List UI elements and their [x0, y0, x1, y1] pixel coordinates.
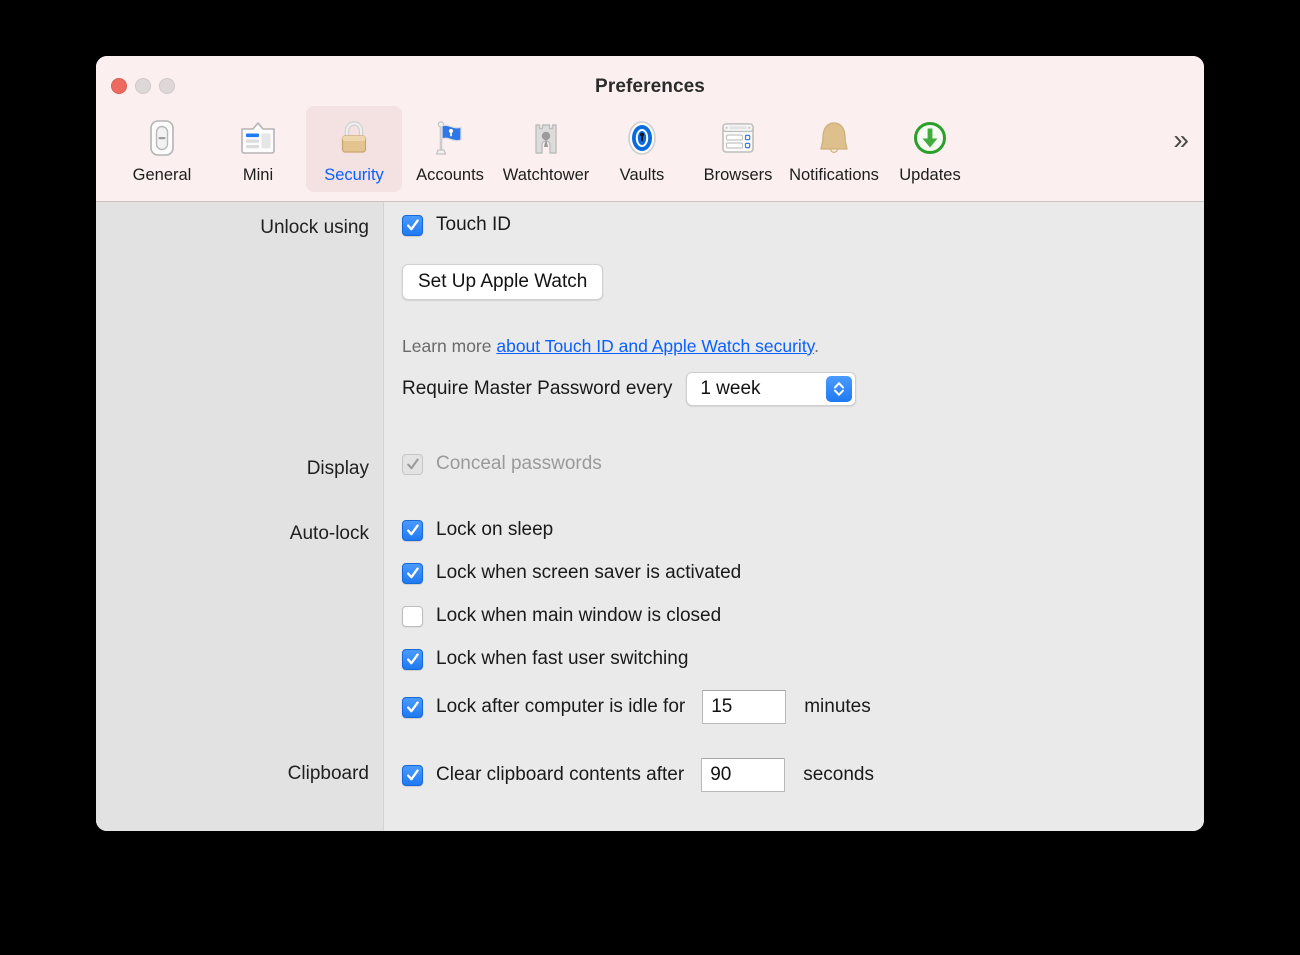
toolbar-item-security[interactable]: Security — [306, 106, 402, 192]
tower-keyhole-icon — [522, 114, 570, 162]
lock-fast-user-switching-label: Lock when fast user switching — [436, 648, 688, 670]
clipboard-seconds-input[interactable] — [701, 758, 785, 792]
learn-more-row: Learn more about Touch ID and Apple Watc… — [402, 336, 819, 357]
toolbar-item-label: Notifications — [789, 166, 879, 185]
checkmark-icon — [407, 457, 419, 472]
clipboard-seconds-unit: seconds — [803, 764, 874, 786]
onepassword-vault-icon — [618, 114, 666, 162]
lock-icon — [330, 114, 378, 162]
preferences-window: Preferences General — [96, 56, 1204, 831]
touch-id-checkbox[interactable] — [402, 215, 423, 236]
screen: Preferences General — [0, 0, 1300, 955]
toolbar-item-mini[interactable]: Mini — [210, 106, 306, 192]
preferences-body: Unlock using Display Auto-lock Clipboard… — [96, 202, 1204, 831]
label-clipboard: Clipboard — [288, 763, 369, 785]
idle-minutes-input[interactable] — [702, 690, 786, 724]
toolbar-item-accounts[interactable]: Accounts — [402, 106, 498, 192]
learn-more-prefix: Learn more — [402, 336, 496, 356]
checkmark-icon — [407, 700, 419, 715]
toolbar-item-label: Watchtower — [503, 166, 590, 185]
lock-idle-label: Lock after computer is idle for — [436, 696, 685, 718]
lock-idle-row: Lock after computer is idle for minutes — [402, 690, 871, 724]
learn-more-text: Learn more about Touch ID and Apple Watc… — [402, 336, 819, 357]
lock-main-window-label: Lock when main window is closed — [436, 605, 721, 627]
lock-main-window-checkbox[interactable] — [402, 606, 423, 627]
checkmark-icon — [407, 652, 419, 667]
toolbar-item-updates[interactable]: Updates — [882, 106, 978, 192]
toolbar-item-vaults[interactable]: Vaults — [594, 106, 690, 192]
lock-screen-saver-row[interactable]: Lock when screen saver is activated — [402, 562, 741, 584]
touch-id-label: Touch ID — [436, 214, 511, 236]
download-circle-icon — [906, 114, 954, 162]
toolbar-item-label: Mini — [243, 166, 273, 185]
toolbar-item-label: Security — [324, 166, 384, 185]
label-auto-lock: Auto-lock — [290, 523, 369, 545]
toolbar-item-watchtower[interactable]: Watchtower — [498, 106, 594, 192]
lock-fast-user-switching-checkbox[interactable] — [402, 649, 423, 670]
lock-fast-user-switching-row[interactable]: Lock when fast user switching — [402, 648, 688, 670]
require-master-password-row: Require Master Password every 1 week — [402, 372, 856, 406]
checkmark-icon — [407, 566, 419, 581]
toolbar-item-general[interactable]: General — [114, 106, 210, 192]
require-master-password-select[interactable]: 1 week — [686, 372, 856, 406]
toolbar-item-label: Accounts — [416, 166, 484, 185]
mini-window-icon — [234, 114, 282, 162]
label-display: Display — [307, 458, 369, 480]
touch-id-row[interactable]: Touch ID — [402, 214, 511, 236]
clear-clipboard-checkbox[interactable] — [402, 765, 423, 786]
bell-icon — [810, 114, 858, 162]
window-titlebar: Preferences General — [96, 56, 1204, 202]
lock-screen-saver-checkbox[interactable] — [402, 563, 423, 584]
require-master-password-label: Require Master Password every — [402, 378, 672, 400]
toolbar-item-label: Vaults — [620, 166, 665, 185]
settings-label-column: Unlock using Display Auto-lock Clipboard — [96, 202, 384, 831]
stepper-chevrons-icon[interactable] — [826, 376, 852, 402]
set-up-apple-watch-button[interactable]: Set Up Apple Watch — [402, 264, 603, 300]
browser-window-icon — [714, 114, 762, 162]
general-switch-icon — [138, 114, 186, 162]
lock-on-sleep-checkbox[interactable] — [402, 520, 423, 541]
touch-id-security-link[interactable]: about Touch ID and Apple Watch security — [496, 336, 814, 356]
window-title: Preferences — [96, 76, 1204, 98]
checkmark-icon — [407, 768, 419, 783]
toolbar-item-label: Updates — [899, 166, 960, 185]
lock-on-sleep-label: Lock on sleep — [436, 519, 553, 541]
flag-key-icon — [426, 114, 474, 162]
lock-main-window-row[interactable]: Lock when main window is closed — [402, 605, 721, 627]
toolbar-item-label: Browsers — [704, 166, 773, 185]
toolbar-item-browsers[interactable]: Browsers — [690, 106, 786, 192]
preferences-toolbar: General Mini — [96, 106, 1204, 198]
conceal-passwords-row: Conceal passwords — [402, 453, 602, 475]
idle-minutes-unit: minutes — [804, 696, 871, 718]
conceal-passwords-label: Conceal passwords — [436, 453, 602, 475]
toolbar-item-notifications[interactable]: Notifications — [786, 106, 882, 192]
lock-idle-checkbox[interactable] — [402, 697, 423, 718]
settings-content-column: Touch ID Set Up Apple Watch Learn more a… — [384, 202, 1204, 831]
conceal-passwords-checkbox — [402, 454, 423, 475]
require-master-password-value: 1 week — [700, 378, 760, 400]
checkmark-icon — [407, 523, 419, 538]
lock-screen-saver-label: Lock when screen saver is activated — [436, 562, 741, 584]
clear-clipboard-row: Clear clipboard contents after seconds — [402, 758, 874, 792]
learn-more-suffix: . — [814, 336, 819, 356]
clear-clipboard-label: Clear clipboard contents after — [436, 764, 684, 786]
apple-watch-row: Set Up Apple Watch — [402, 264, 603, 300]
toolbar-overflow-chevron-icon[interactable]: » — [1173, 126, 1186, 154]
checkmark-icon — [407, 218, 419, 233]
label-unlock-using: Unlock using — [260, 217, 369, 239]
lock-on-sleep-row[interactable]: Lock on sleep — [402, 519, 553, 541]
toolbar-item-label: General — [133, 166, 192, 185]
